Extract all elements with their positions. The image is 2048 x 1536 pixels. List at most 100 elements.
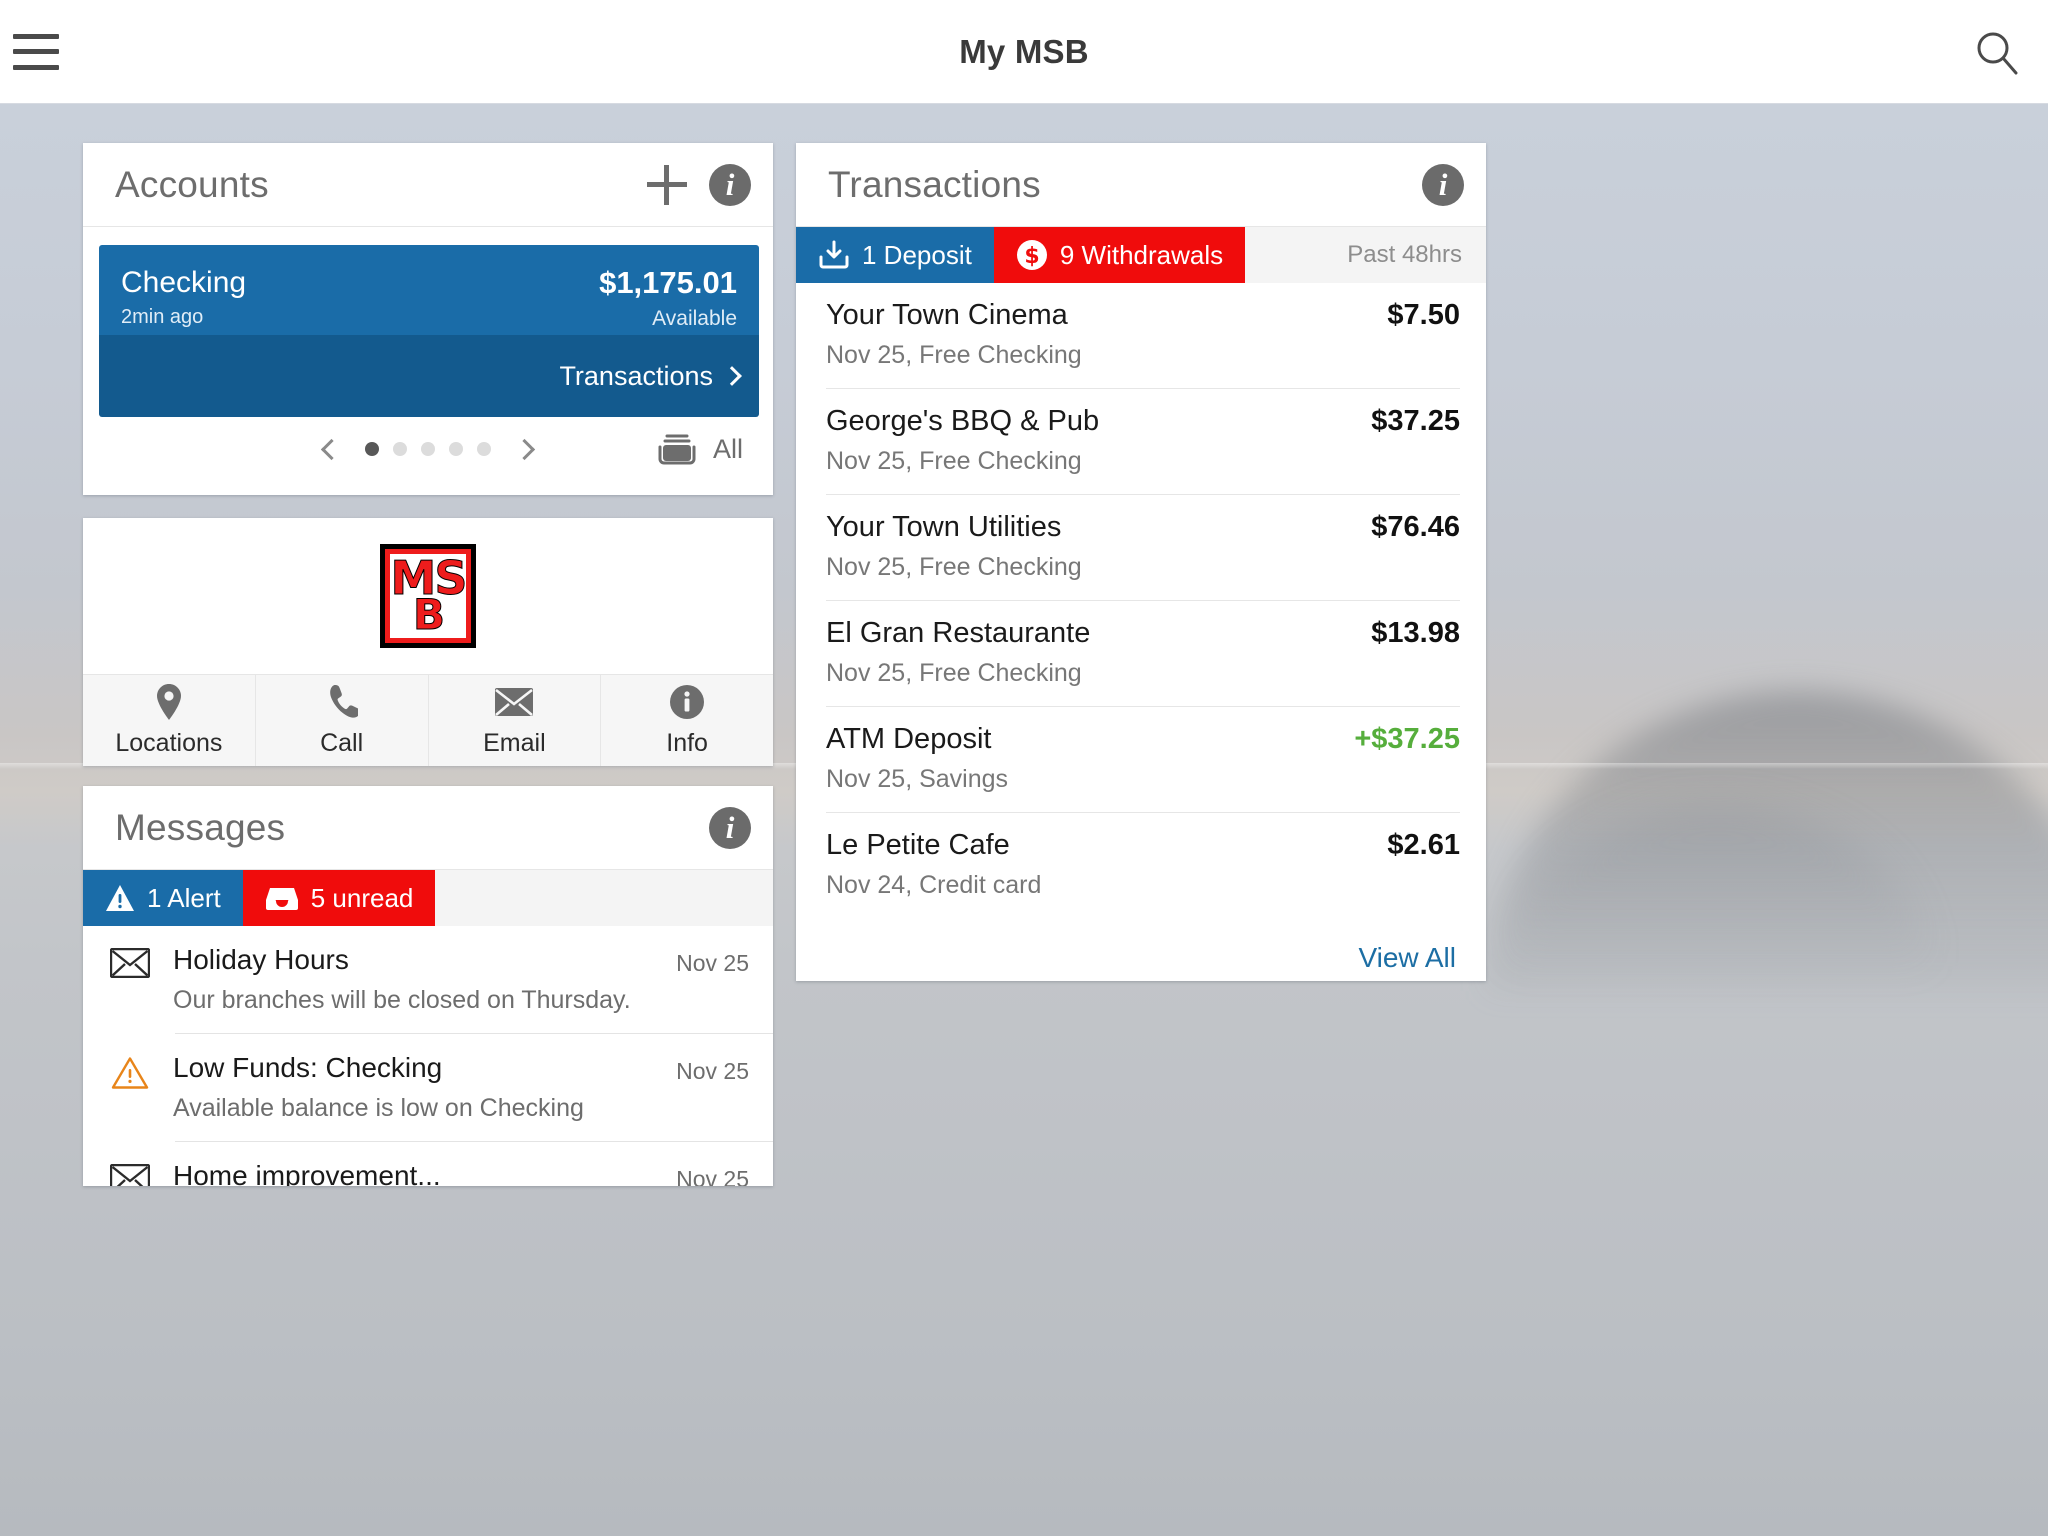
contact-call-label: Call (320, 729, 364, 757)
pager-dot[interactable] (449, 442, 463, 456)
contact-call-button[interactable]: Call (256, 675, 429, 766)
message-title: Low Funds: Checking (173, 1052, 443, 1083)
chevron-right-icon (722, 366, 742, 386)
messages-pill-filler (435, 870, 773, 926)
contact-locations-label: Locations (115, 729, 223, 757)
message-desc: Available balance is low on Checking (173, 1094, 584, 1122)
table-row[interactable]: George's BBQ & Pub $37.25 Nov 25, Free C… (796, 389, 1486, 494)
msb-logo-bottom-text: B (412, 589, 445, 638)
transaction-name: Le Petite Cafe (826, 829, 1010, 861)
brand-contact-card: MS B Locations Call Email Info (83, 518, 773, 766)
contact-info-button[interactable]: Info (601, 675, 773, 766)
stacked-cards-icon (655, 427, 699, 471)
messages-filter-pills: 1 Alert 5 unread (83, 870, 773, 926)
list-item[interactable]: Low Funds: Checking Available balance is… (83, 1034, 773, 1141)
phone-icon (326, 683, 358, 721)
transactions-view-all-row: View All (796, 918, 1486, 981)
transactions-range-label: Past 48hrs (1347, 241, 1462, 268)
transaction-meta: Nov 25, Free Checking (826, 553, 1082, 581)
account-tile-checking[interactable]: Checking 2min ago $1,175.01 Available Tr… (99, 245, 759, 417)
warning-triangle-icon (105, 884, 135, 912)
list-item[interactable]: Home improvement... Nov 25 (83, 1142, 773, 1186)
pager-dot[interactable] (421, 442, 435, 456)
accounts-all-button[interactable]: All (655, 427, 743, 471)
transaction-amount: $76.46 (1371, 511, 1460, 543)
contact-info-label: Info (666, 729, 708, 757)
messages-header: Messages i (83, 786, 773, 870)
messages-alert-label: 1 Alert (147, 882, 221, 913)
pager-next-button[interactable] (513, 438, 536, 460)
svg-text:$: $ (1024, 244, 1039, 269)
transaction-meta: Nov 25, Savings (826, 765, 1009, 793)
inbox-icon (265, 885, 299, 911)
contact-email-button[interactable]: Email (429, 675, 602, 766)
message-date: Nov 25 (676, 950, 749, 976)
pager-dot[interactable] (393, 442, 407, 456)
transaction-name: El Gran Restaurante (826, 617, 1091, 649)
envelope-icon (107, 944, 153, 978)
contact-locations-button[interactable]: Locations (83, 675, 256, 766)
messages-unread-pill[interactable]: 5 unread (242, 870, 436, 926)
plus-icon[interactable] (647, 164, 687, 205)
envelope-icon (494, 683, 534, 721)
transaction-amount: $7.50 (1387, 299, 1460, 331)
messages-unread-label: 5 unread (310, 882, 414, 913)
table-row[interactable]: Your Town Cinema $7.50 Nov 25, Free Chec… (796, 283, 1486, 388)
accounts-footer: All (83, 403, 773, 495)
page-title: My MSB (959, 32, 1089, 70)
view-all-link[interactable]: View All (1358, 942, 1456, 974)
info-icon[interactable]: i (1422, 163, 1464, 206)
dollar-circle-icon: $ (1016, 239, 1048, 271)
table-row[interactable]: El Gran Restaurante $13.98 Nov 25, Free … (796, 601, 1486, 706)
table-row[interactable]: Le Petite Cafe $2.61 Nov 24, Credit card (796, 813, 1486, 918)
msb-logo: MS B (83, 518, 773, 674)
info-icon[interactable]: i (709, 806, 751, 849)
info-icon[interactable]: i (709, 163, 751, 206)
message-title: Home improvement... (173, 1160, 441, 1186)
messages-alert-pill[interactable]: 1 Alert (83, 870, 243, 926)
transaction-name: Your Town Utilities (826, 511, 1062, 543)
pager-prev-button[interactable] (320, 438, 343, 460)
envelope-icon (107, 1160, 153, 1186)
accounts-title: Accounts (115, 163, 269, 205)
transaction-amount: $2.61 (1387, 829, 1460, 861)
message-title: Holiday Hours (173, 944, 349, 975)
pager-dots (357, 442, 499, 456)
accounts-all-label: All (712, 433, 743, 464)
account-name: Checking (121, 266, 247, 299)
transaction-amount: $13.98 (1371, 617, 1460, 649)
transaction-name: George's BBQ & Pub (826, 405, 1100, 437)
account-tile-top: Checking 2min ago $1,175.01 Available (99, 245, 759, 335)
app-header: My MSB (0, 0, 2048, 104)
transactions-title: Transactions (828, 163, 1041, 205)
pager-dot[interactable] (365, 442, 379, 456)
transactions-deposit-label: 1 Deposit (862, 239, 972, 270)
transaction-meta: Nov 24, Credit card (826, 871, 1042, 899)
message-date: Nov 25 (676, 1058, 749, 1084)
account-transactions-link[interactable]: Transactions (559, 361, 742, 392)
account-balance: $1,175.01 (599, 265, 737, 300)
accounts-card: Accounts i Checking 2min ago $1,175.01 A… (83, 143, 773, 495)
pager-dot[interactable] (477, 442, 491, 456)
transaction-meta: Nov 25, Free Checking (826, 659, 1082, 687)
transactions-withdrawal-label: 9 Withdrawals (1059, 239, 1224, 270)
account-updated: 2min ago (121, 306, 204, 329)
transactions-header: Transactions i (796, 143, 1486, 227)
message-desc: Our branches will be closed on Thursday. (173, 986, 631, 1014)
table-row[interactable]: Your Town Utilities $76.46 Nov 25, Free … (796, 495, 1486, 600)
transaction-meta: Nov 25, Free Checking (826, 447, 1082, 475)
transaction-meta: Nov 25, Free Checking (826, 341, 1082, 369)
search-icon[interactable] (1974, 29, 2020, 75)
table-row[interactable]: ATM Deposit +$37.25 Nov 25, Savings (796, 707, 1486, 812)
info-icon (669, 683, 705, 721)
transactions-deposit-pill[interactable]: 1 Deposit (796, 227, 994, 283)
messages-title: Messages (115, 806, 286, 848)
transactions-filter-pills: 1 Deposit $ 9 Withdrawals Past 48hrs (796, 227, 1486, 283)
transactions-withdrawal-pill[interactable]: $ 9 Withdrawals (993, 227, 1246, 283)
transaction-amount: $37.25 (1371, 405, 1460, 437)
list-item[interactable]: Holiday Hours Our branches will be close… (83, 926, 773, 1033)
message-date: Nov 25 (676, 1166, 749, 1186)
contact-email-label: Email (483, 729, 546, 757)
transactions-card: Transactions i 1 Deposit $ 9 Withdrawals (796, 143, 1486, 981)
transaction-name: ATM Deposit (826, 723, 992, 755)
